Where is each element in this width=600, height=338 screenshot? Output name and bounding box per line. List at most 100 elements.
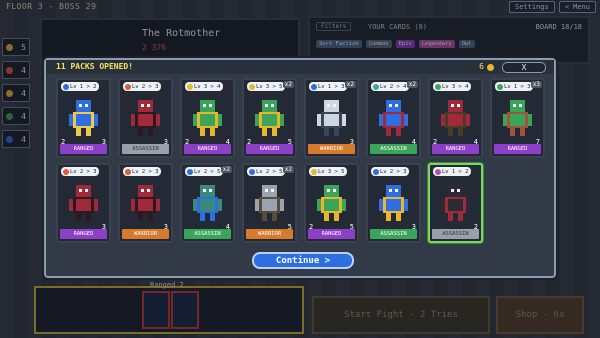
packs-opened-modal: 11 PACKS OPENED! 6 X Lv 1 > 2 2 3 RANGED Lv … xyxy=(44,58,556,278)
class-label: ASSASSIN xyxy=(370,229,417,239)
faction-gem-icon xyxy=(311,168,317,175)
faction-gem-icon xyxy=(249,83,255,90)
class-label: RANGED xyxy=(60,229,107,239)
level-badge: Lv 2 > 3 xyxy=(61,167,99,176)
duplicate-count: x2 xyxy=(406,81,418,88)
class-label: ASSASSIN xyxy=(370,144,417,154)
faction-gem-icon xyxy=(311,83,317,90)
level-text: Lv 1 > 2 xyxy=(442,168,469,175)
unit-card[interactable]: Lv 3 > 4 2 4 RANGED xyxy=(180,78,235,158)
unit-portrait-icon xyxy=(193,100,222,136)
unit-card[interactable]: Lv 2 > 5 x2 5 WARRIOR xyxy=(242,163,297,243)
level-text: Lv 2 > 5 xyxy=(194,168,221,175)
faction-gem-icon xyxy=(187,168,193,175)
unit-portrait-icon xyxy=(379,185,408,221)
unit-card[interactable]: Lv 2 > 3 3 RANGED xyxy=(56,163,111,243)
modal-title: 11 PACKS OPENED! xyxy=(56,62,134,71)
level-badge: Lv 3 > 5 xyxy=(309,167,347,176)
unit-portrait-icon xyxy=(317,100,346,136)
level-badge: Lv 2 > 3 xyxy=(123,167,161,176)
unit-card[interactable]: Lv 2 > 5 x2 4 ASSASSIN xyxy=(180,163,235,243)
duplicate-count: x2 xyxy=(344,81,356,88)
faction-gem-icon xyxy=(187,83,193,90)
faction-gem-icon xyxy=(125,168,131,175)
class-label: WARRIOR xyxy=(308,144,355,154)
unit-portrait-icon xyxy=(131,100,160,136)
unit-card[interactable]: Lv 1 > 2 2 ASSASSIN xyxy=(428,163,483,243)
unit-portrait-icon xyxy=(193,185,222,221)
level-badge: Lv 1 > 3 xyxy=(495,82,533,91)
class-label: RANGED xyxy=(184,144,231,154)
duplicate-count: x2 xyxy=(282,81,294,88)
gold-coin-icon xyxy=(487,64,494,71)
unit-card[interactable]: Lv 1 > 3 x2 3 WARRIOR xyxy=(304,78,359,158)
level-text: Lv 2 > 3 xyxy=(70,168,97,175)
class-label: RANGED xyxy=(494,144,541,154)
faction-gem-icon xyxy=(435,83,441,90)
level-text: Lv 3 > 4 xyxy=(194,83,221,90)
class-label: RANGED xyxy=(246,144,293,154)
unit-card[interactable]: Lv 2 > 4 x2 4 ASSASSIN xyxy=(366,78,421,158)
level-text: Lv 2 > 3 xyxy=(132,168,159,175)
game-screen: FLOOR 3 - BOSS 29 Settings < Menu 54444 … xyxy=(0,0,600,338)
unit-portrait-icon xyxy=(317,185,346,221)
level-badge: Lv 2 > 5 xyxy=(185,167,223,176)
level-badge: Lv 2 > 5 xyxy=(247,167,285,176)
level-text: Lv 2 > 5 xyxy=(256,168,283,175)
close-button[interactable]: X xyxy=(502,62,546,73)
faction-gem-icon xyxy=(125,83,131,90)
unit-card[interactable]: Lv 3 > 4 2 4 RANGED xyxy=(428,78,483,158)
unit-portrait-icon xyxy=(255,185,284,221)
level-text: Lv 2 > 3 xyxy=(380,168,407,175)
unit-portrait-icon xyxy=(503,100,532,136)
class-label: WARRIOR xyxy=(246,229,293,239)
level-text: Lv 2 > 4 xyxy=(380,83,407,90)
level-badge: Lv 3 > 4 xyxy=(433,82,471,91)
faction-gem-icon xyxy=(497,83,503,90)
duplicate-count: x2 xyxy=(220,166,232,173)
unit-portrait-icon xyxy=(441,185,470,221)
faction-gem-icon xyxy=(373,83,379,90)
level-text: Lv 3 > 4 xyxy=(442,83,469,90)
unit-card[interactable]: Lv 3 > 5 2 5 RANGED xyxy=(304,163,359,243)
faction-gem-icon xyxy=(249,168,255,175)
level-badge: Lv 2 > 3 xyxy=(371,167,409,176)
level-text: Lv 3 > 5 xyxy=(318,168,345,175)
unit-portrait-icon xyxy=(379,100,408,136)
unit-portrait-icon xyxy=(131,185,160,221)
level-text: Lv 1 > 3 xyxy=(504,83,531,90)
class-label: ASSASSIN xyxy=(122,144,169,154)
unit-card[interactable]: Lv 1 > 3 x3 7 RANGED xyxy=(490,78,545,158)
level-badge: Lv 2 > 4 xyxy=(371,82,409,91)
level-badge: Lv 1 > 2 xyxy=(61,82,99,91)
continue-button[interactable]: Continue > xyxy=(252,252,354,269)
unit-card[interactable]: Lv 3 > 5 x2 2 5 RANGED xyxy=(242,78,297,158)
unit-card[interactable]: Lv 2 > 3 3 WARRIOR xyxy=(118,163,173,243)
unit-portrait-icon xyxy=(69,100,98,136)
level-badge: Lv 2 > 3 xyxy=(123,82,161,91)
unit-card[interactable]: Lv 2 > 3 3 ASSASSIN xyxy=(118,78,173,158)
duplicate-count: x3 xyxy=(530,81,542,88)
level-text: Lv 3 > 5 xyxy=(256,83,283,90)
faction-gem-icon xyxy=(63,168,69,175)
faction-gem-icon xyxy=(63,83,69,90)
class-label: ASSASSIN xyxy=(432,229,479,239)
level-text: Lv 2 > 3 xyxy=(132,83,159,90)
level-badge: Lv 3 > 5 xyxy=(247,82,285,91)
class-label: RANGED xyxy=(60,144,107,154)
level-text: Lv 1 > 3 xyxy=(318,83,345,90)
level-badge: Lv 1 > 2 xyxy=(433,167,471,176)
duplicate-count: x2 xyxy=(282,166,294,173)
unit-card[interactable]: Lv 2 > 3 3 ASSASSIN xyxy=(366,163,421,243)
class-label: RANGED xyxy=(432,144,479,154)
level-text: Lv 1 > 2 xyxy=(70,83,97,90)
unit-portrait-icon xyxy=(255,100,284,136)
gold-amount: 6 xyxy=(479,62,484,71)
unit-portrait-icon xyxy=(441,100,470,136)
class-label: WARRIOR xyxy=(122,229,169,239)
level-badge: Lv 3 > 4 xyxy=(185,82,223,91)
faction-gem-icon xyxy=(435,168,441,175)
unit-card[interactable]: Lv 1 > 2 2 3 RANGED xyxy=(56,78,111,158)
unit-portrait-icon xyxy=(69,185,98,221)
card-grid: Lv 1 > 2 2 3 RANGED Lv 2 > 3 3 ASSASSIN Lv 3 > … xyxy=(56,78,545,243)
